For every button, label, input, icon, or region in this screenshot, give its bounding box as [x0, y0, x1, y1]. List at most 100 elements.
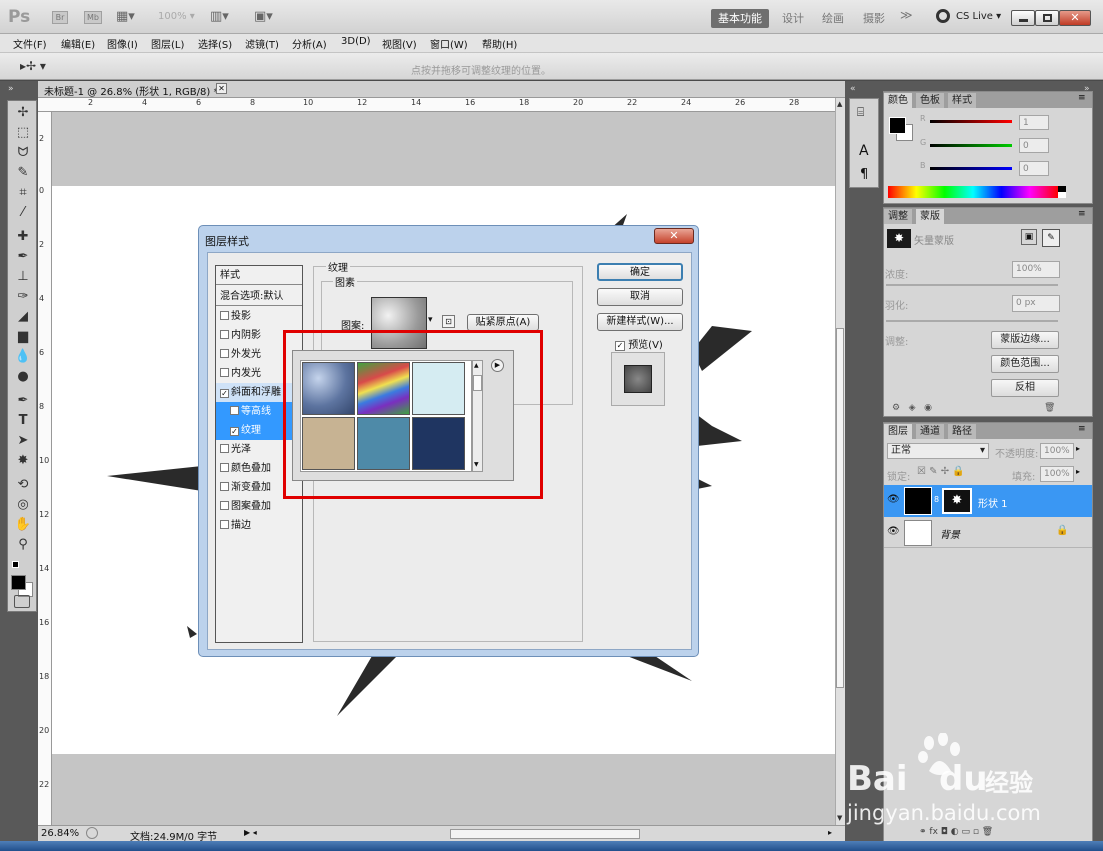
shape-tool-icon[interactable]: ✸: [12, 451, 34, 471]
blur-tool-icon[interactable]: 💧: [12, 347, 34, 367]
close-app-button[interactable]: ✕: [1059, 10, 1091, 26]
blue-slider[interactable]: [930, 167, 1012, 170]
healing-brush-tool-icon[interactable]: ✚: [12, 227, 34, 247]
type-tool-icon[interactable]: T: [12, 411, 34, 431]
mask-edge-button[interactable]: 蒙版边缘...: [991, 331, 1059, 349]
menu-analysis[interactable]: 分析(A): [292, 36, 327, 51]
menu-window[interactable]: 窗口(W): [430, 36, 468, 51]
pixel-mask-icon[interactable]: ▣: [1021, 229, 1037, 245]
checkbox[interactable]: [220, 501, 229, 510]
tab-styles[interactable]: 样式: [948, 93, 976, 108]
eyedropper-tool-icon[interactable]: ⁄: [12, 203, 34, 223]
ok-button[interactable]: 确定: [597, 263, 683, 281]
zoom-level[interactable]: 26.84%: [41, 828, 79, 839]
visibility-eye-icon[interactable]: 👁: [887, 526, 900, 537]
foreground-color-swatch[interactable]: [11, 575, 26, 590]
menu-help[interactable]: 帮助(H): [482, 36, 517, 51]
menu-view[interactable]: 视图(V): [382, 36, 417, 51]
hand-tool-icon[interactable]: ✋: [12, 515, 34, 535]
panel-menu-icon[interactable]: ≡: [1078, 424, 1086, 434]
green-value[interactable]: 0: [1019, 138, 1049, 153]
brush-tool-icon[interactable]: ✒: [12, 247, 34, 267]
checkbox[interactable]: [220, 482, 229, 491]
gradient-tool-icon[interactable]: ▆: [12, 327, 34, 347]
delete-mask-icon[interactable]: 🗑: [1044, 403, 1055, 413]
styles-header[interactable]: 样式: [216, 266, 302, 285]
history-panel-icon[interactable]: ⌸: [857, 105, 864, 120]
checkbox-checked[interactable]: ✓: [230, 427, 239, 436]
dodge-tool-icon[interactable]: ●: [12, 367, 34, 387]
scroll-down-icon[interactable]: ▼: [837, 814, 842, 822]
vertical-scrollbar[interactable]: ▲ ▼: [835, 98, 845, 825]
layer-name[interactable]: 背景: [940, 526, 960, 541]
restore-button[interactable]: [1035, 10, 1059, 26]
feather-slider[interactable]: [886, 320, 1058, 322]
tool-preset-picker[interactable]: ▸✢ ▾: [20, 59, 46, 73]
menu-layer[interactable]: 图层(L): [151, 36, 184, 51]
menu-file[interactable]: 文件(F): [13, 36, 47, 51]
checkbox-checked[interactable]: ✓: [220, 389, 229, 398]
tab-layers[interactable]: 图层: [884, 424, 912, 439]
pen-tool-icon[interactable]: ✒: [12, 391, 34, 411]
style-item-stroke[interactable]: 描边: [216, 516, 302, 535]
checkbox[interactable]: [220, 368, 229, 377]
minimize-button[interactable]: [1011, 10, 1035, 26]
status-menu-icon[interactable]: ▶ ◂: [244, 828, 257, 837]
new-style-button[interactable]: 新建样式(W)...: [597, 313, 683, 331]
new-preset-icon[interactable]: ⊡: [442, 315, 455, 328]
default-colors-icon[interactable]: [12, 561, 19, 568]
eraser-tool-icon[interactable]: ◢: [12, 307, 34, 327]
checkbox[interactable]: [220, 463, 229, 472]
mini-bridge-button[interactable]: Mb: [84, 11, 102, 24]
snap-to-origin-button[interactable]: 贴紧原点(A): [467, 314, 539, 331]
close-document-icon[interactable]: ✕: [216, 83, 227, 94]
quick-mask-icon[interactable]: [14, 595, 30, 608]
tab-color[interactable]: 颜色: [884, 93, 912, 108]
scroll-right-icon[interactable]: ▸: [828, 828, 832, 837]
paragraph-panel-icon[interactable]: ¶: [860, 167, 868, 182]
color-range-button[interactable]: 颜色范围...: [991, 355, 1059, 373]
style-item-pattern-overlay[interactable]: 图案叠加: [216, 497, 302, 516]
arrange-documents-button[interactable]: ▥▾: [210, 9, 229, 24]
workspace-overflow-button[interactable]: ≫: [900, 8, 913, 22]
style-item-drop-shadow[interactable]: 投影: [216, 307, 302, 326]
fg-color-swatch[interactable]: [889, 117, 906, 134]
green-slider[interactable]: [930, 144, 1012, 147]
zoom-tool-icon[interactable]: ⚲: [12, 535, 34, 555]
blue-value[interactable]: 0: [1019, 161, 1049, 176]
layer-row-background[interactable]: 👁 背景 🔒: [884, 518, 1092, 548]
invert-button[interactable]: 反相: [991, 379, 1059, 397]
vector-mask-icon[interactable]: ✎: [1042, 229, 1060, 247]
path-selection-tool-icon[interactable]: ➤: [12, 431, 34, 451]
tab-masks[interactable]: 蒙版: [916, 209, 944, 224]
ramp-white[interactable]: [1058, 192, 1066, 198]
tab-channels[interactable]: 通道: [916, 424, 944, 439]
opacity-value[interactable]: 100%: [1040, 443, 1074, 459]
checkbox[interactable]: [220, 330, 229, 339]
character-panel-icon[interactable]: A: [859, 143, 869, 159]
dialog-close-button[interactable]: ✕: [654, 228, 694, 244]
checkbox[interactable]: [220, 444, 229, 453]
density-value[interactable]: 100%: [1012, 261, 1060, 278]
chevron-down-icon[interactable]: ▾: [428, 315, 433, 325]
red-slider[interactable]: [930, 120, 1012, 123]
preview-checkbox-row[interactable]: ✓ 预览(V): [615, 336, 663, 351]
checkbox[interactable]: [220, 349, 229, 358]
history-brush-tool-icon[interactable]: ✑: [12, 287, 34, 307]
panel-menu-icon[interactable]: ≡: [1078, 209, 1086, 219]
checkbox[interactable]: [220, 311, 229, 320]
scroll-up-icon[interactable]: ▲: [837, 100, 842, 108]
fill-value[interactable]: 100%: [1040, 466, 1074, 482]
tab-adjustments[interactable]: 调整: [884, 209, 912, 224]
crop-tool-icon[interactable]: ⌗: [12, 183, 34, 203]
workspace-essentials[interactable]: 基本功能: [711, 9, 769, 28]
document-tab[interactable]: 未标题-1 @ 26.8% (形状 1, RGB/8) * ✕: [38, 81, 845, 98]
workspace-design[interactable]: 设计: [782, 10, 804, 26]
mask-footer-icons[interactable]: ⚙ ◈ ◉: [892, 403, 932, 413]
move-tool-icon[interactable]: ✢: [12, 103, 34, 123]
vertical-scroll-thumb[interactable]: [836, 328, 844, 688]
menu-select[interactable]: 选择(S): [198, 36, 232, 51]
workspace-photography[interactable]: 摄影: [863, 10, 885, 26]
tab-paths[interactable]: 路径: [948, 424, 976, 439]
lasso-tool-icon[interactable]: ᗢ: [12, 143, 34, 163]
